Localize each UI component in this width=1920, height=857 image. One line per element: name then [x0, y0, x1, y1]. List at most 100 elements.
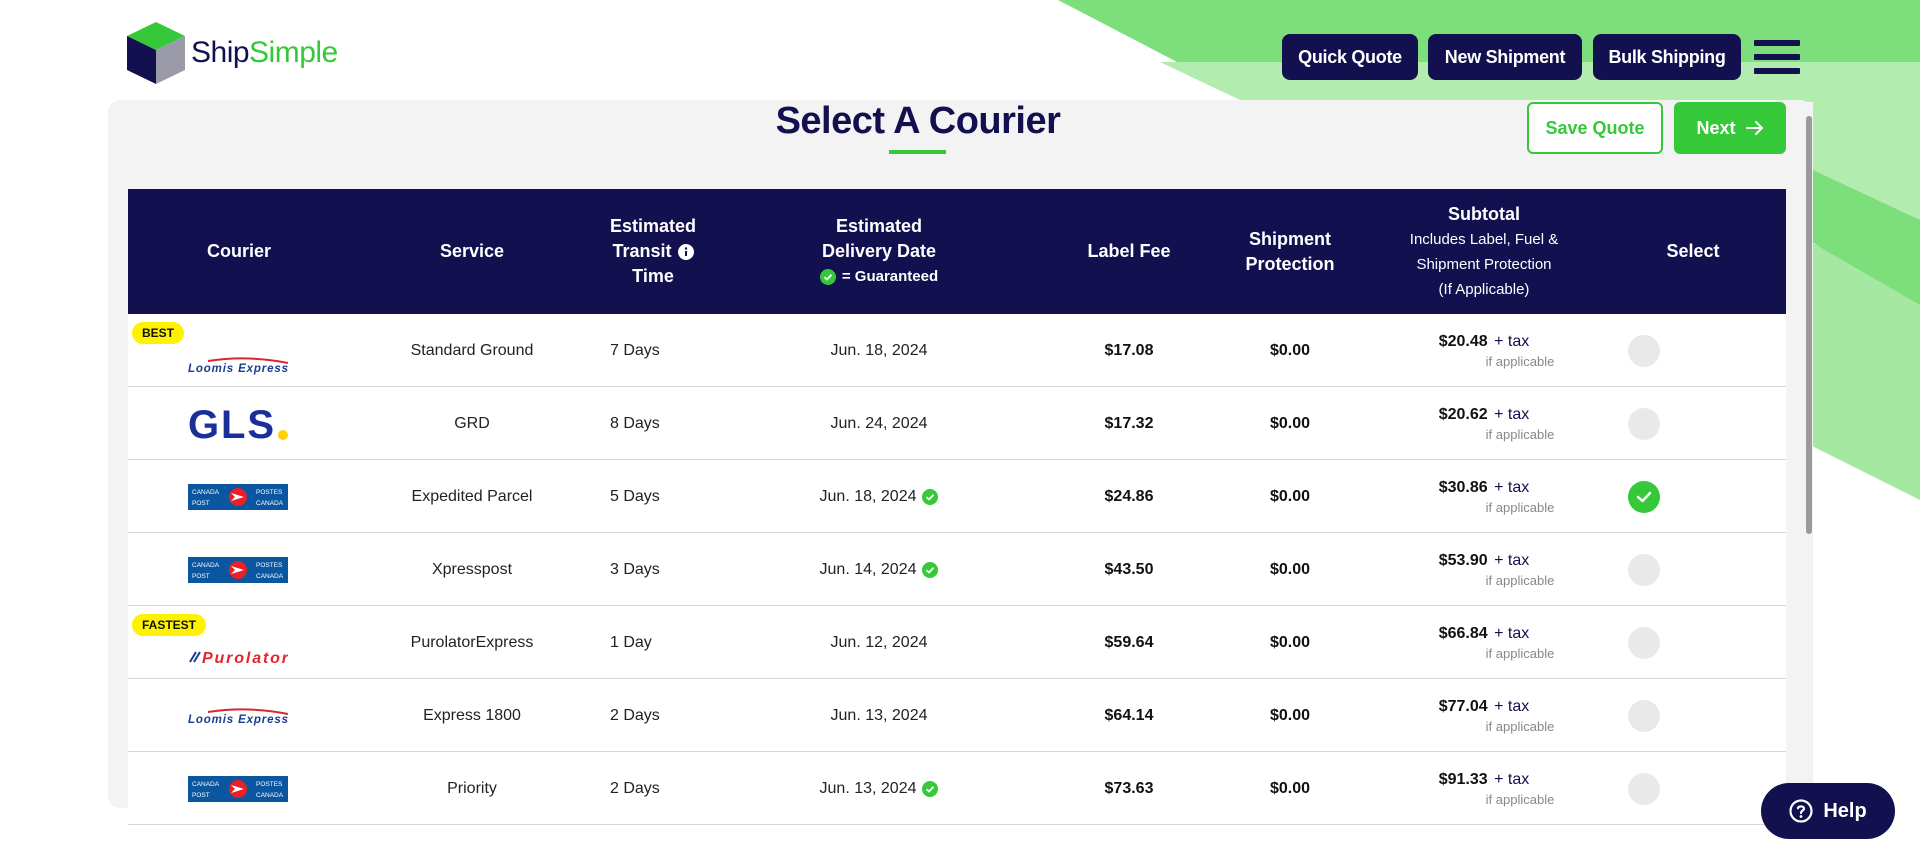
if-applicable-note: if applicable	[1485, 572, 1555, 588]
protection-cell: $0.00	[1269, 560, 1311, 578]
label-fee-cell: $64.14	[1104, 706, 1154, 724]
subtotal-cell: $20.48 + tax if applicable	[1368, 314, 1600, 387]
subtotal-cell: $66.84 + tax if applicable	[1368, 606, 1600, 679]
if-applicable-note: if applicable	[1485, 645, 1555, 661]
canada-post-logo-icon: CANADA POST POSTES CANADA	[188, 483, 288, 510]
bulk-shipping-button[interactable]: Bulk Shipping	[1593, 34, 1741, 80]
table-header: Courier Service Estimated Transit Time E…	[128, 189, 1786, 314]
select-radio[interactable]	[1628, 407, 1660, 440]
select-radio[interactable]	[1628, 699, 1660, 732]
subtotal-cell: $30.86 + tax if applicable	[1368, 460, 1600, 533]
guaranteed-check-icon	[922, 561, 939, 578]
protection-cell: $0.00	[1269, 706, 1311, 724]
brand-name: ShipSimple	[191, 36, 338, 69]
tax-suffix: + tax	[1494, 332, 1530, 350]
subtotal-price: $66.84	[1438, 624, 1488, 642]
svg-text:CANADA: CANADA	[192, 562, 220, 569]
courier-badge: FASTEST	[132, 614, 207, 636]
svg-text:CANADA: CANADA	[256, 500, 284, 507]
delivery-cell: Jun. 13, 2024	[830, 706, 928, 724]
transit-cell: 5 Days	[610, 487, 660, 505]
loomis-express-logo-icon: Loomis Express	[188, 707, 288, 726]
select-radio[interactable]	[1628, 553, 1660, 586]
subtotal-cell: $77.04 + tax if applicable	[1368, 679, 1600, 752]
cube-logo-icon	[127, 22, 185, 84]
transit-cell: 2 Days	[610, 779, 660, 797]
svg-text:POSTES: POSTES	[256, 781, 283, 788]
svg-text:Purolator: Purolator	[202, 650, 288, 666]
new-shipment-button[interactable]: New Shipment	[1428, 34, 1582, 80]
service-cell: Express 1800	[423, 706, 521, 724]
info-icon[interactable]	[677, 243, 694, 260]
next-button[interactable]: Next	[1674, 102, 1786, 154]
question-icon	[1789, 799, 1813, 823]
subtotal-price: $53.90	[1438, 551, 1488, 569]
col-delivery: Estimated Delivery Date = Guaranteed	[712, 189, 1046, 314]
svg-text:CANADA: CANADA	[192, 781, 220, 788]
svg-text:POST: POST	[192, 500, 210, 507]
select-radio[interactable]	[1628, 626, 1660, 659]
svg-text:CANADA: CANADA	[192, 489, 220, 496]
hamburger-menu-icon[interactable]	[1754, 40, 1800, 74]
transit-cell: 7 Days	[610, 341, 660, 359]
if-applicable-note: if applicable	[1485, 718, 1555, 734]
svg-text:POST: POST	[192, 573, 210, 580]
page-title: Select A Courier	[775, 100, 1061, 142]
tax-suffix: + tax	[1494, 405, 1530, 423]
col-courier: Courier	[206, 241, 271, 261]
next-label: Next	[1696, 117, 1736, 138]
service-cell: PurolatorExpress	[410, 633, 534, 651]
label-fee-cell: $24.86	[1104, 487, 1154, 505]
delivery-cell: Jun. 14, 2024	[712, 533, 1046, 606]
service-cell: Standard Ground	[410, 341, 534, 359]
col-protection: Shipment Protection	[1245, 228, 1335, 274]
scrollbar-thumb[interactable]	[1806, 116, 1812, 534]
label-fee-cell: $17.08	[1104, 341, 1154, 359]
subtotal-cell: $91.33 + tax if applicable	[1368, 752, 1600, 825]
col-label-fee: Label Fee	[1087, 241, 1171, 261]
save-quote-button[interactable]: Save Quote	[1527, 102, 1663, 154]
service-cell: Priority	[447, 779, 497, 797]
tax-suffix: + tax	[1494, 624, 1530, 642]
select-radio[interactable]	[1628, 480, 1660, 513]
gls-logo-icon: GLS	[188, 405, 288, 443]
help-button[interactable]: Help	[1761, 783, 1895, 839]
subtotal-price: $91.33	[1438, 770, 1488, 788]
select-cell	[1600, 606, 1786, 679]
subtotal-cell: $20.62 + tax if applicable	[1368, 387, 1600, 460]
service-cell: Xpresspost	[431, 560, 513, 578]
courier-badge: BEST	[132, 322, 185, 344]
transit-cell: 2 Days	[610, 706, 660, 724]
svg-text:POSTES: POSTES	[256, 489, 283, 496]
select-cell	[1600, 314, 1786, 387]
protection-cell: $0.00	[1269, 779, 1311, 797]
svg-text:GLS: GLS	[188, 405, 274, 443]
select-cell	[1600, 460, 1786, 533]
table-row[interactable]: CANADA POST POSTES CANADA Expedited Parcel 5 …	[128, 460, 1786, 533]
brand-logo[interactable]: ShipSimple	[125, 20, 338, 86]
select-radio[interactable]	[1628, 334, 1660, 367]
table-row[interactable]: FASTEST Purolator PurolatorExpress 1 Day Jun…	[128, 606, 1786, 679]
tax-suffix: + tax	[1494, 478, 1530, 496]
table-row[interactable]: GLS GRD 8 Days Jun. 24, 2024 $17.32 $0.00 $20.…	[128, 387, 1786, 460]
tax-suffix: + tax	[1494, 551, 1530, 569]
tax-suffix: + tax	[1494, 697, 1530, 715]
svg-text:Loomis Express: Loomis Express	[188, 714, 288, 726]
table-row[interactable]: BEST Loomis Express Standard Ground 7 Days J…	[128, 314, 1786, 387]
transit-cell: 8 Days	[610, 414, 660, 432]
table-row[interactable]: CANADA POST POSTES CANADA Xpresspost 3 Days Ju…	[128, 533, 1786, 606]
select-cell	[1600, 752, 1786, 825]
courier-cell: CANADA POST POSTES CANADA	[128, 752, 350, 825]
canada-post-logo-icon: CANADA POST POSTES CANADA	[188, 775, 288, 802]
table-row[interactable]: Loomis Express Express 1800 2 Days Jun. 13,…	[128, 679, 1786, 752]
quick-quote-button[interactable]: Quick Quote	[1282, 34, 1418, 80]
guaranteed-check-icon	[922, 488, 939, 505]
courier-cell: CANADA POST POSTES CANADA	[128, 460, 350, 533]
label-fee-cell: $59.64	[1104, 633, 1154, 651]
select-radio[interactable]	[1628, 772, 1660, 805]
protection-cell: $0.00	[1269, 341, 1311, 359]
table-row[interactable]: CANADA POST POSTES CANADA Priority 2 Days Jun.…	[128, 752, 1786, 825]
if-applicable-note: if applicable	[1485, 426, 1555, 442]
col-service: Service	[439, 241, 505, 261]
col-subtotal: Subtotal Includes Label, Fuel & Shipment…	[1409, 203, 1559, 298]
